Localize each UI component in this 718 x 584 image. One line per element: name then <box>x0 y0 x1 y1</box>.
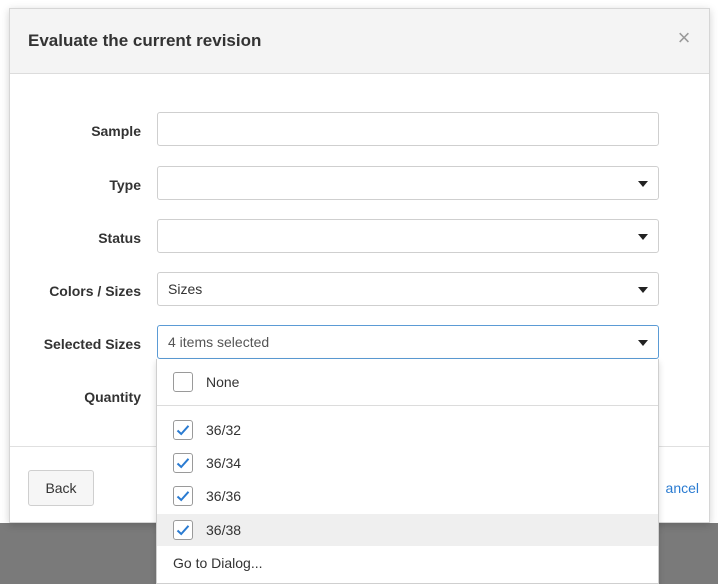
selected-sizes-value: 4 items selected <box>168 334 270 350</box>
sample-label: Sample <box>91 123 141 139</box>
chevron-down-icon <box>638 234 648 240</box>
quantity-label: Quantity <box>84 389 141 405</box>
check-icon <box>176 491 190 502</box>
colors-sizes-select[interactable]: Sizes <box>157 272 659 306</box>
dropdown-option[interactable]: 36/36 <box>157 480 658 512</box>
option-label: 36/34 <box>206 455 242 471</box>
dropdown-option[interactable]: 36/34 <box>157 447 658 479</box>
back-button[interactable]: Back <box>28 470 94 506</box>
status-select[interactable] <box>157 219 659 253</box>
checkbox-checked[interactable] <box>173 453 193 473</box>
dropdown-divider <box>157 405 658 406</box>
dialog-header: Evaluate the current revision × <box>10 9 709 74</box>
dialog-title: Evaluate the current revision <box>28 31 262 50</box>
status-label: Status <box>98 230 141 246</box>
type-label: Type <box>109 177 141 193</box>
option-label: 36/32 <box>206 422 242 438</box>
colors-sizes-label: Colors / Sizes <box>49 283 141 299</box>
checkbox-checked[interactable] <box>173 520 193 540</box>
dropdown-option-highlighted[interactable]: 36/38 <box>157 514 658 546</box>
option-label: None <box>206 374 240 390</box>
chevron-down-icon <box>638 181 648 187</box>
checkbox-checked[interactable] <box>173 486 193 506</box>
dropdown-option[interactable]: 36/32 <box>157 414 658 446</box>
check-icon <box>176 525 190 536</box>
type-select[interactable] <box>157 166 659 200</box>
colors-sizes-value: Sizes <box>168 281 203 297</box>
dropdown-option-none[interactable]: None <box>157 366 658 398</box>
selected-sizes-label: Selected Sizes <box>43 336 141 352</box>
option-label: 36/36 <box>206 488 242 504</box>
sample-input[interactable] <box>157 112 659 146</box>
cancel-link[interactable]: ancel <box>666 480 699 496</box>
go-to-dialog-link[interactable]: Go to Dialog... <box>173 555 263 571</box>
selected-sizes-dropdown: None 36/32 36/34 36/36 36/38 Go to Dialo… <box>156 359 659 584</box>
check-icon <box>176 425 190 436</box>
chevron-down-icon <box>638 340 648 346</box>
close-icon[interactable]: × <box>673 27 695 49</box>
selected-sizes-select[interactable]: 4 items selected <box>157 325 659 359</box>
option-label: 36/38 <box>206 522 242 538</box>
checkbox-none[interactable] <box>173 372 193 392</box>
checkbox-checked[interactable] <box>173 420 193 440</box>
check-icon <box>176 458 190 469</box>
chevron-down-icon <box>638 287 648 293</box>
